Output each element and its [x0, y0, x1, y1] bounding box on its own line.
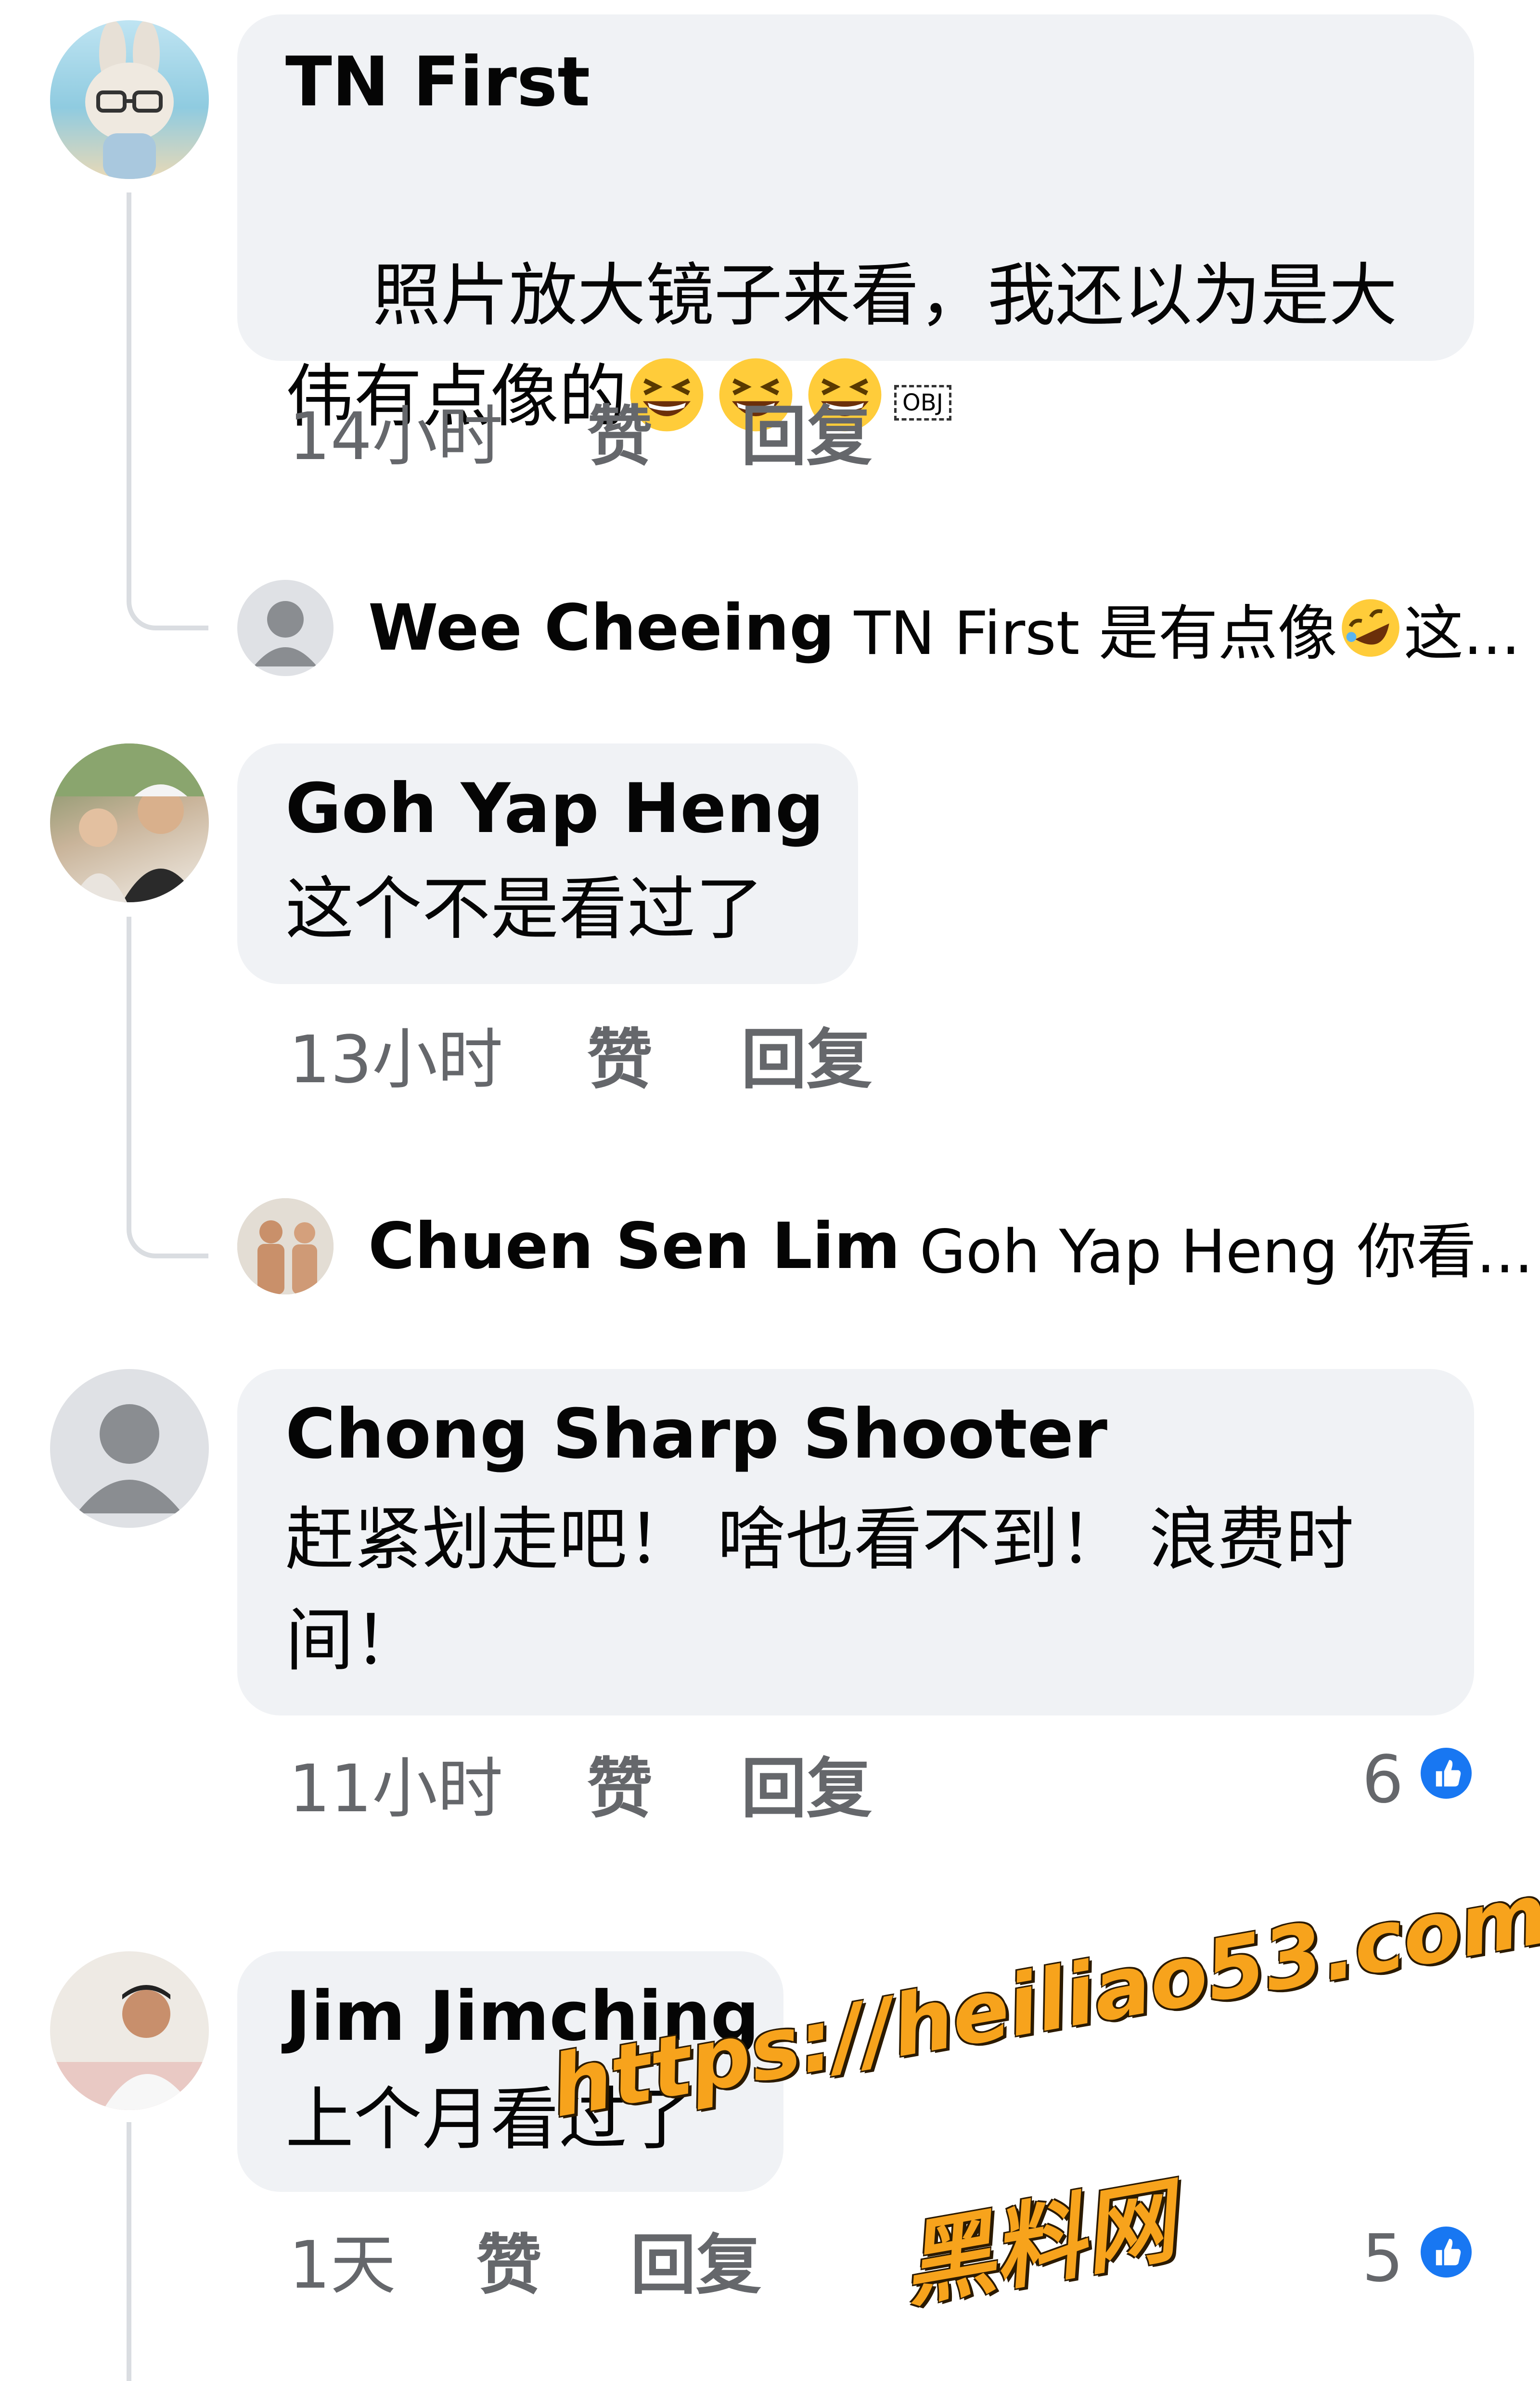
thread-line [127, 917, 208, 1258]
like-count: 6 [1362, 1742, 1404, 1818]
reply-preview[interactable]: Chuen Sen Lim Goh Yap Heng 你看... [368, 1208, 1533, 1287]
comment-author[interactable]: Chong Sharp Shooter [285, 1400, 1107, 1469]
avatar-chuen-sen-lim[interactable] [237, 1198, 334, 1294]
rolling-on-floor-laughing-emoji-icon [1342, 599, 1399, 657]
avatar-chong-sharp-shooter[interactable] [50, 1369, 209, 1528]
comment-bubble: Chong Sharp Shooter 赶紧划走吧！ 啥也看不到！ 浪费时间！ [237, 1369, 1474, 1715]
default-user-icon [77, 1404, 182, 1513]
reply-text-before: TN First 是有点像 [854, 599, 1337, 668]
reply-button[interactable]: 回复 [630, 2233, 761, 2298]
photo-people-icon [50, 743, 209, 902]
avatar-goh-yap-heng[interactable] [50, 743, 209, 902]
comment-text: 这个不是看过了 [285, 870, 764, 949]
reply-text: Goh Yap Heng 你看... [919, 1217, 1533, 1287]
thread-line [127, 2122, 136, 2381]
like-button[interactable]: 赞 [587, 1756, 653, 1822]
like-button[interactable]: 赞 [587, 404, 653, 470]
like-button[interactable]: 赞 [476, 2233, 542, 2298]
like-reaction-icon[interactable] [1415, 2221, 1477, 2283]
photo-people-icon [237, 1198, 334, 1294]
default-user-icon [254, 601, 317, 666]
reply-author[interactable]: Chuen Sen Lim [368, 1209, 900, 1283]
thumbs-up-icon [1436, 1760, 1461, 1787]
avatar-wee-cheeing[interactable] [237, 580, 334, 676]
comment-author[interactable]: Goh Yap Heng [285, 775, 824, 843]
comment-time[interactable]: 13小时 [289, 1027, 503, 1093]
like-count: 5 [1362, 2221, 1404, 2297]
reply-preview[interactable]: Wee Cheeing TN First 是有点像 这... [368, 589, 1520, 668]
reply-button[interactable]: 回复 [741, 404, 872, 470]
avatar-tn-first[interactable] [50, 20, 209, 179]
comment-author[interactable]: TN First [285, 48, 590, 116]
bunny-figure-icon [85, 20, 174, 179]
photo-person-icon [50, 1985, 209, 2110]
reply-button[interactable]: 回复 [741, 1027, 872, 1093]
comment-bubble: Goh Yap Heng 这个不是看过了 [237, 743, 858, 984]
thread-line [127, 192, 208, 630]
like-button[interactable]: 赞 [587, 1027, 653, 1093]
like-reaction-icon[interactable] [1415, 1742, 1477, 1805]
reply-author[interactable]: Wee Cheeing [368, 591, 835, 665]
watermark-site-name: 黑料网 [894, 2167, 1183, 2320]
avatar-jim-jimching[interactable] [50, 1951, 209, 2110]
reply-text-after: 这... [1403, 599, 1521, 668]
thumbs-up-icon [1436, 2239, 1461, 2266]
comment-text: 照片放大镜子来看，我还以为是大伟有点像的 OBJ [285, 144, 1431, 549]
reply-button[interactable]: 回复 [741, 1756, 872, 1822]
obj-placeholder: OBJ [894, 385, 951, 421]
comment-bubble: TN First 照片放大镜子来看，我还以为是大伟有点像的 OBJ [237, 14, 1474, 436]
comment-time[interactable]: 14小时 [289, 404, 503, 470]
comment-text: 赶紧划走吧！ 啥也看不到！ 浪费时间！ [285, 1500, 1354, 1680]
comment-time[interactable]: 11小时 [289, 1756, 503, 1822]
comment-time[interactable]: 1天 [289, 2233, 396, 2298]
